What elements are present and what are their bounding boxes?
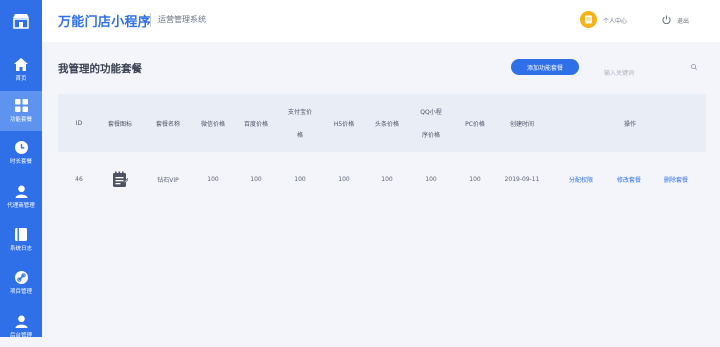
logout-link[interactable]: 退出 — [677, 16, 689, 25]
cell-h5-price: 100 — [338, 175, 350, 183]
cell-id: 46 — [75, 175, 83, 183]
edit-package-link[interactable]: 修改套餐 — [609, 164, 649, 194]
search-icon[interactable] — [691, 64, 697, 70]
table-header: ID 套餐图标 套餐名称 微信价格 百度价格 支付宝价 格 H5价格 头条价格 … — [58, 94, 706, 152]
sidebar-item-duration-packages[interactable]: 时长套餐 — [0, 133, 42, 173]
page-title: 我管理的功能套餐 — [58, 63, 142, 75]
cell-qq-price: 100 — [425, 175, 437, 183]
delete-package-link[interactable]: 删除套餐 — [656, 164, 696, 194]
sidebar-item-admin[interactable]: 后台管理 — [0, 307, 42, 347]
notepad-icon — [113, 171, 128, 187]
sidebar-item-label: 后台管理 — [9, 333, 32, 339]
cell-wechat-price: 100 — [207, 175, 219, 183]
clock-icon — [14, 141, 28, 154]
home-icon — [14, 58, 28, 71]
book-icon — [15, 228, 27, 241]
sidebar-item-home[interactable]: 首页 — [0, 50, 42, 90]
sidebar-item-label: 项目管理 — [9, 289, 32, 295]
add-package-button[interactable]: 添加功能套餐 — [511, 59, 579, 75]
sidebar-item-agents[interactable]: 代理商管理 — [0, 177, 42, 217]
column-header-icon: 套餐图标 — [107, 120, 132, 128]
avatar[interactable] — [580, 11, 597, 28]
store-logo-icon[interactable] — [0, 0, 42, 42]
column-header-id: ID — [75, 119, 83, 127]
table-row: 46 钻石VIP 100 100 100 100 100 100 100 201… — [58, 164, 706, 194]
column-header-toutiao-price: 头条价格 — [374, 120, 399, 128]
column-header-name: 套餐名称 — [155, 120, 180, 128]
cell-icon — [102, 164, 138, 194]
sidebar-item-label: 首页 — [15, 76, 27, 82]
sidebar-item-label: 系统日志 — [9, 246, 32, 252]
cell-toutiao-price: 100 — [381, 175, 393, 183]
cell-baidu-price: 100 — [250, 175, 262, 183]
app-subtitle: 运营管理系统 — [158, 15, 206, 24]
sidebar-item-system-log[interactable]: 系统日志 — [0, 220, 42, 260]
user-icon — [15, 185, 27, 198]
column-header-qq-price: QQ小程 序价格 — [420, 109, 442, 139]
user-card-icon — [585, 15, 592, 24]
top-header: 万能门店小程序 运营管理系统 个人中心 退出 — [42, 0, 720, 42]
grid-icon — [14, 99, 28, 112]
assign-permissions-link[interactable]: 分配权限 — [561, 164, 601, 194]
column-header-baidu-price: 百度价格 — [243, 120, 268, 128]
sidebar-item-projects[interactable]: 项目管理 — [0, 263, 42, 303]
column-header-wechat-price: 微信价格 — [200, 120, 225, 128]
sidebar-item-label: 时长套餐 — [9, 159, 32, 165]
sidebar-item-label: 功能套餐 — [9, 117, 32, 123]
cell-pc-price: 100 — [469, 175, 481, 183]
cell-name: 钻石VIP — [157, 176, 179, 184]
column-header-actions: 操作 — [623, 120, 636, 128]
app-title: 万能门店小程序 — [58, 15, 152, 30]
link-icon — [14, 271, 28, 284]
user-icon — [15, 315, 27, 328]
cell-alipay-price: 100 — [294, 175, 306, 183]
search-box — [604, 60, 704, 81]
column-header-alipay-price: 支付宝价 格 — [287, 109, 312, 139]
column-header-created-time: 创建时间 — [509, 120, 534, 128]
column-header-h5-price: H5价格 — [333, 120, 355, 128]
sidebar-item-label: 代理商管理 — [7, 203, 35, 209]
sidebar-item-feature-packages[interactable]: 功能套餐 — [0, 91, 42, 131]
title-divider — [150, 13, 151, 27]
column-header-pc-price: PC价格 — [465, 120, 485, 128]
search-input[interactable] — [604, 66, 704, 81]
power-icon[interactable] — [662, 15, 671, 24]
sidebar: 首页 功能套餐 时长套餐 代理商管理 系统日志 项目管理 后台管理 — [0, 0, 42, 339]
cell-created-time: 2019-09-11 — [504, 175, 540, 183]
user-center-link[interactable]: 个人中心 — [603, 16, 627, 25]
